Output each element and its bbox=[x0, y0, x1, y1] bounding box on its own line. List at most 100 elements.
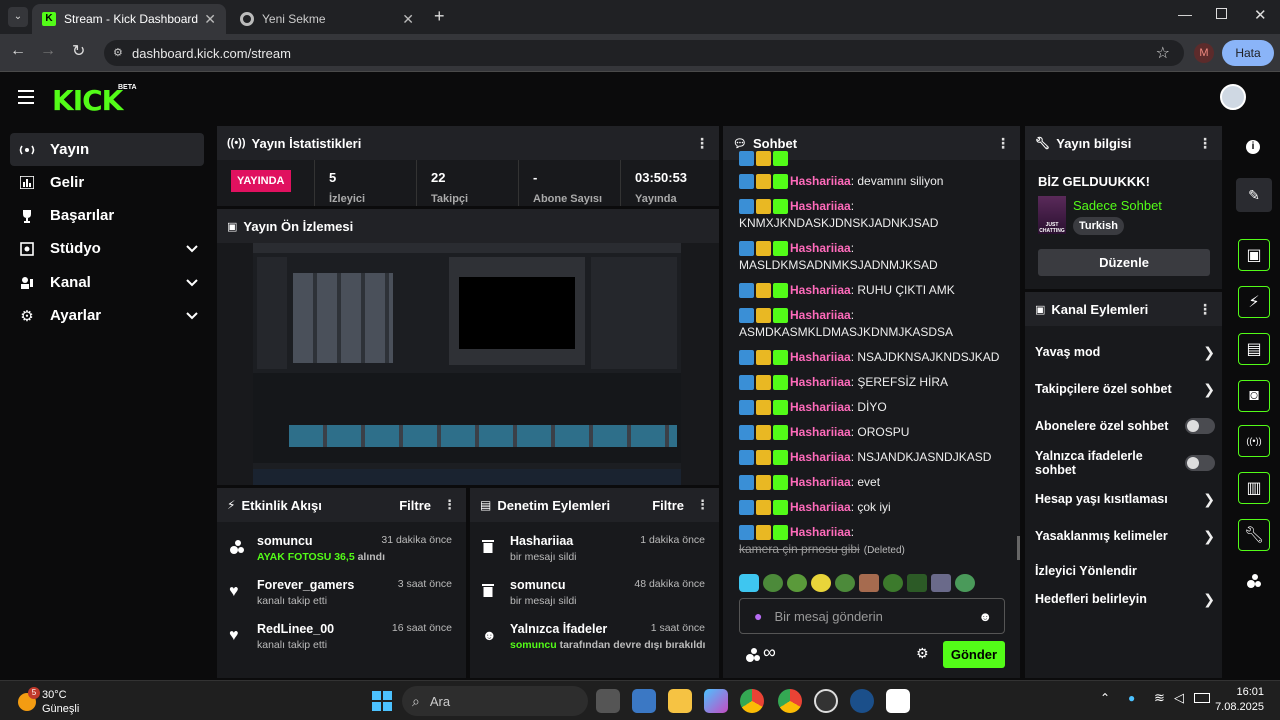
close-window-button[interactable]: ✕ bbox=[1254, 6, 1267, 24]
clock-date[interactable]: 7.08.2025 bbox=[1214, 701, 1264, 713]
chat-message[interactable]: Hashariiaa: KNMXJKNDASKJDNSKJADNKJSAD bbox=[739, 198, 1009, 232]
toggle-switch[interactable] bbox=[1185, 418, 1215, 434]
file-explorer-icon[interactable] bbox=[668, 689, 692, 713]
close-tab-icon[interactable]: ✕ bbox=[402, 11, 414, 28]
show-hidden-icons[interactable]: ⌃ bbox=[1100, 691, 1110, 705]
tab-kick-dashboard[interactable]: K Stream - Kick Dashboard ✕ bbox=[32, 4, 226, 34]
filter-button[interactable]: Filtre bbox=[652, 498, 684, 513]
kick-logo[interactable]: KICK bbox=[52, 84, 123, 117]
chrome-profile-icon[interactable] bbox=[778, 689, 802, 713]
chat-message[interactable]: Hashariiaa: devamını siliyon bbox=[739, 173, 1009, 190]
sidebar-item-ayarlar[interactable]: ⚙ Ayarlar bbox=[10, 299, 204, 332]
chat-username[interactable]: Hashariiaa bbox=[790, 475, 851, 489]
chat-username[interactable]: Hashariiaa bbox=[790, 450, 851, 464]
store-icon[interactable] bbox=[632, 689, 656, 713]
chat-message[interactable]: Hashariiaa: kamera çin prnosu gibi (Delet… bbox=[739, 524, 1009, 559]
kick-cube-icon[interactable] bbox=[745, 647, 761, 663]
edit-button[interactable]: Düzenle bbox=[1038, 249, 1210, 276]
close-tab-icon[interactable]: ✕ bbox=[204, 11, 216, 28]
chevron-right-icon[interactable]: ❯ bbox=[1203, 491, 1215, 508]
more-options-icon[interactable]: ⋮ bbox=[996, 135, 1010, 152]
chevron-right-icon[interactable]: ❯ bbox=[1203, 344, 1215, 361]
channel-action-item[interactable]: İzleyici Yönlendir bbox=[1035, 556, 1215, 586]
maximize-button[interactable] bbox=[1216, 8, 1227, 19]
sidebar-item-gelir[interactable]: Gelir bbox=[10, 166, 204, 199]
weather-widget[interactable]: 5 30°C Güneşli bbox=[16, 687, 106, 715]
stream-preview-video[interactable] bbox=[253, 243, 681, 485]
chevron-right-icon[interactable]: ❯ bbox=[1203, 591, 1215, 608]
address-bar[interactable]: ⚙ dashboard.kick.com/stream ☆ bbox=[104, 40, 1184, 66]
bookmark-star-icon[interactable]: ☆ bbox=[1156, 43, 1170, 63]
chat-username[interactable]: Hashariiaa bbox=[790, 525, 851, 539]
chat-username[interactable]: Hashariiaa bbox=[790, 199, 851, 213]
clock-time[interactable]: 16:01 bbox=[1232, 686, 1264, 698]
wifi-icon[interactable]: ≋ bbox=[1154, 690, 1165, 706]
chat-bubble-icon[interactable]: ◙ bbox=[1238, 380, 1270, 412]
forward-icon[interactable]: → bbox=[40, 42, 56, 60]
chat-message[interactable]: Hashariiaa: çok iyi bbox=[739, 499, 1009, 516]
chat-username[interactable]: Hashariiaa bbox=[790, 500, 851, 514]
chat-username[interactable]: Hashariiaa bbox=[790, 400, 851, 414]
chevron-right-icon[interactable]: ❯ bbox=[1203, 381, 1215, 398]
chat-username[interactable]: Hashariiaa bbox=[790, 375, 851, 389]
more-options-icon[interactable]: ⋮ bbox=[443, 497, 456, 513]
microphone-icon[interactable]: ● bbox=[1128, 691, 1135, 705]
tab-list-button[interactable]: ⌄ bbox=[8, 7, 28, 27]
document-icon[interactable]: ▤ bbox=[1238, 333, 1270, 365]
chrome-icon[interactable] bbox=[740, 689, 764, 713]
more-options-icon[interactable]: ⋮ bbox=[1198, 135, 1212, 152]
chat-input[interactable]: ● Bir mesaj gönderin ☻ bbox=[739, 598, 1005, 634]
edit-pencil-icon[interactable]: ✎ bbox=[1236, 178, 1272, 212]
chat-username[interactable]: Hashariiaa bbox=[790, 308, 851, 322]
sidebar-item-yayin[interactable]: Yayın bbox=[10, 133, 204, 166]
more-options-icon[interactable]: ⋮ bbox=[695, 135, 709, 152]
chat-message[interactable]: Hashariiaa: MASLDKMSADNMKSJADNMJKSAD bbox=[739, 240, 1009, 274]
chevron-down-icon[interactable] bbox=[186, 311, 198, 320]
chevron-down-icon[interactable] bbox=[186, 278, 198, 287]
chat-message[interactable]: Hashariiaa: DİYO bbox=[739, 399, 1009, 416]
chat-username[interactable]: Hashariiaa bbox=[790, 425, 851, 439]
profile-avatar[interactable]: M bbox=[1194, 43, 1214, 63]
reload-icon[interactable]: ↻ bbox=[72, 41, 85, 61]
site-info-icon[interactable]: ⚙ bbox=[113, 46, 123, 59]
task-view-icon[interactable] bbox=[596, 689, 620, 713]
channel-action-item[interactable]: Takipçilere özel sohbet ❯ bbox=[1035, 374, 1215, 404]
chat-username[interactable]: Hashariiaa bbox=[790, 174, 851, 188]
capcut-icon[interactable] bbox=[886, 689, 910, 713]
back-icon[interactable]: ← bbox=[10, 42, 26, 60]
chevron-right-icon[interactable]: ❯ bbox=[1203, 528, 1215, 545]
kick-cube-icon[interactable] bbox=[1246, 573, 1262, 589]
wrench-icon[interactable]: 🔧︎ bbox=[1238, 519, 1270, 551]
battery-icon[interactable] bbox=[1194, 693, 1210, 703]
taskbar-search[interactable]: ⌕ Ara bbox=[402, 686, 588, 716]
sidebar-item-basarilar[interactable]: Başarılar bbox=[10, 199, 204, 232]
send-button[interactable]: Gönder bbox=[943, 641, 1005, 668]
emote-bar[interactable] bbox=[739, 574, 1009, 594]
broadcast-icon[interactable]: ((•)) bbox=[1238, 425, 1270, 457]
more-options-icon[interactable]: ⋮ bbox=[696, 497, 709, 513]
chat-message[interactable]: Hashariiaa: ASMDKASMKLDMASJKDNMJKASDSA bbox=[739, 307, 1009, 341]
emoji-icon[interactable]: ☻ bbox=[978, 609, 992, 624]
obs-icon[interactable] bbox=[814, 689, 838, 713]
new-tab-button[interactable]: + bbox=[434, 6, 445, 27]
copilot-icon[interactable] bbox=[704, 689, 728, 713]
filter-button[interactable]: Filtre bbox=[399, 498, 431, 513]
minimize-button[interactable]: — bbox=[1178, 6, 1192, 22]
windows-start-icon[interactable] bbox=[372, 691, 392, 711]
user-avatar[interactable] bbox=[1220, 84, 1246, 110]
category-link[interactable]: Sadece Sohbet bbox=[1073, 198, 1162, 213]
chat-username[interactable]: Hashariiaa bbox=[790, 283, 851, 297]
toggle-switch[interactable] bbox=[1185, 455, 1215, 471]
lightning-icon[interactable]: ⚡ bbox=[1238, 286, 1270, 318]
chat-username[interactable]: Hashariiaa bbox=[790, 241, 851, 255]
chat-message[interactable]: Hashariiaa: NSJANDKJASNDJKASD bbox=[739, 449, 1009, 466]
menu-icon[interactable] bbox=[18, 90, 34, 104]
preview-icon[interactable]: ▣ bbox=[1238, 239, 1270, 271]
microphone-icon[interactable]: ● bbox=[754, 608, 762, 624]
chat-message[interactable]: Hashariiaa: evet bbox=[739, 474, 1009, 491]
channel-icon[interactable]: ▥ bbox=[1238, 472, 1270, 504]
volume-icon[interactable]: ◁ bbox=[1174, 690, 1184, 706]
sidebar-item-kanal[interactable]: Kanal bbox=[10, 266, 204, 299]
chevron-down-icon[interactable] bbox=[186, 244, 198, 253]
sidebar-item-studyo[interactable]: Stüdyo bbox=[10, 232, 204, 265]
